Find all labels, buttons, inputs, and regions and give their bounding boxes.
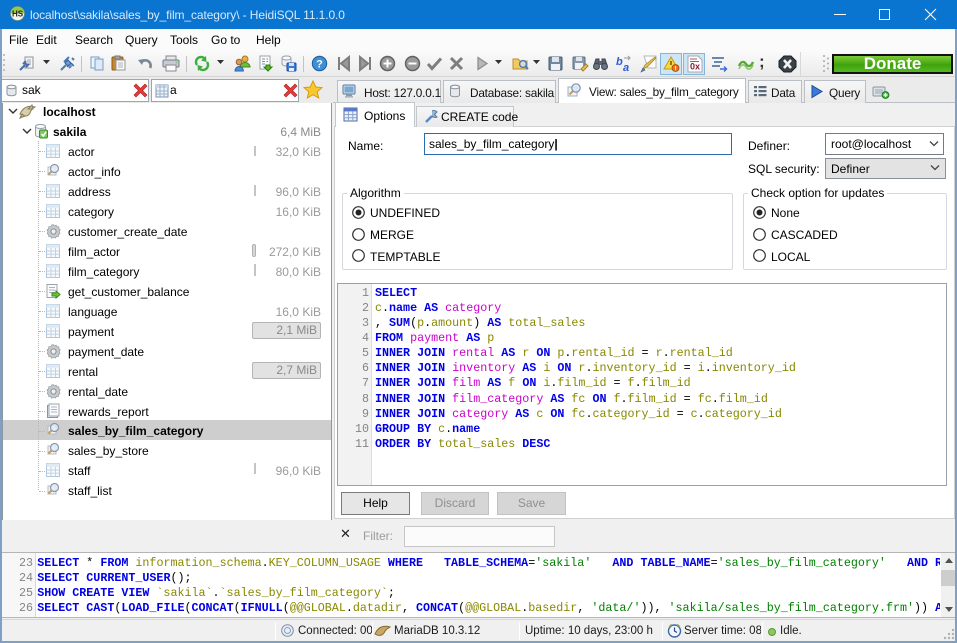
svg-text:a: a bbox=[623, 62, 629, 72]
svg-text:0x: 0x bbox=[690, 62, 700, 72]
svg-text:!: ! bbox=[674, 66, 676, 72]
svg-text:?: ? bbox=[316, 59, 323, 71]
svg-text:b: b bbox=[616, 56, 623, 68]
svg-text:HS: HS bbox=[12, 10, 24, 19]
